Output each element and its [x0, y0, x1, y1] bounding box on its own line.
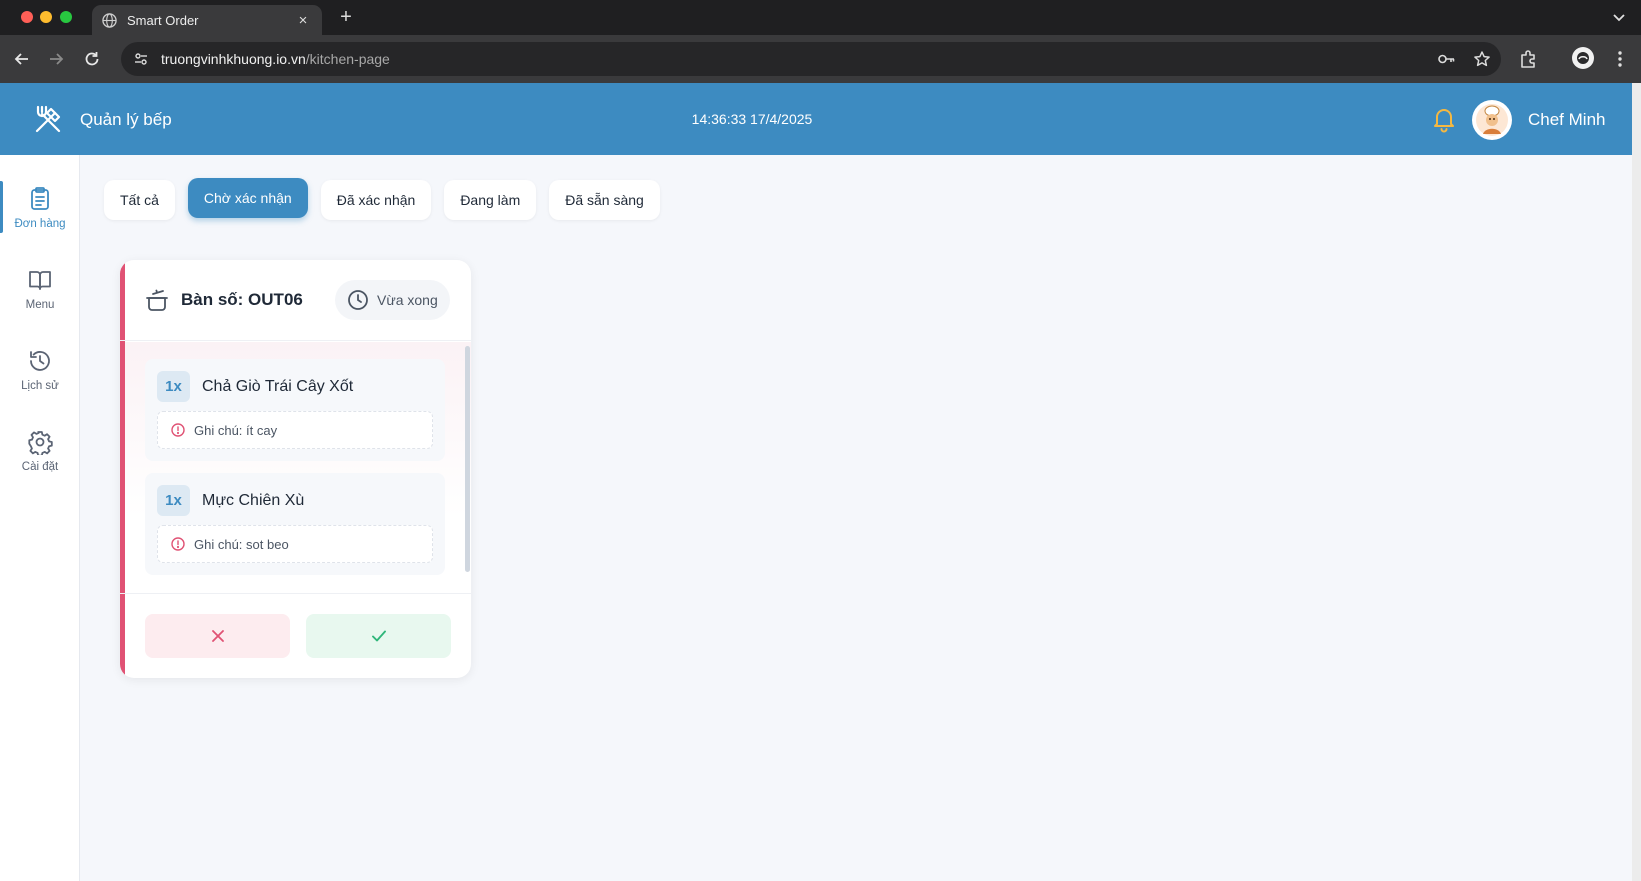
list-item: 1x Mực Chiên Xù Ghi chú: sot beo	[145, 473, 445, 575]
clock-icon	[347, 289, 369, 311]
sidebar-item-history[interactable]: Lịch sử	[0, 337, 80, 403]
items-scrollbar[interactable]	[465, 346, 470, 572]
list-item: 1x Chả Giò Trái Cây Xốt Ghi chú: ít cay	[145, 359, 445, 461]
check-icon	[370, 627, 388, 645]
tab-all[interactable]: Tất cả	[104, 180, 175, 220]
close-icon	[209, 627, 227, 645]
item-quantity: 1x	[157, 485, 190, 516]
order-items-list[interactable]: 1x Chả Giò Trái Cây Xốt Ghi chú: ít cay …	[125, 342, 471, 592]
new-tab-button[interactable]: +	[334, 6, 358, 30]
window-minimize-button[interactable]	[40, 11, 52, 23]
sidebar-item-label: Lịch sử	[21, 380, 59, 392]
accept-order-button[interactable]	[306, 614, 451, 658]
page-scrollbar[interactable]	[1632, 83, 1641, 881]
browser-menu-icon[interactable]	[1612, 49, 1628, 69]
order-time-text: Vừa xong	[377, 292, 438, 308]
url-host: truongvinhkhuong.io.vn	[161, 51, 306, 67]
order-time-badge: Vừa xong	[335, 280, 450, 320]
item-note: Ghi chú: sot beo	[157, 525, 433, 563]
browser-tab[interactable]: Smart Order ×	[92, 5, 322, 35]
reload-icon[interactable]	[82, 49, 102, 69]
user-name[interactable]: Chef Minh	[1528, 110, 1605, 130]
back-arrow-icon[interactable]	[12, 49, 32, 69]
sidebar: Đơn hàng Menu Lịch sử Cài đặt	[0, 155, 80, 881]
sidebar-item-label: Menu	[25, 299, 55, 311]
tab-close-icon[interactable]: ×	[294, 12, 312, 29]
site-settings-icon[interactable]	[133, 51, 149, 67]
bell-icon[interactable]	[1430, 105, 1458, 133]
clipboard-icon	[27, 186, 53, 212]
utensils-logo-icon	[31, 103, 65, 137]
browser-toolbar: truongvinhkhuong.io.vn/kitchen-page	[0, 35, 1641, 83]
avatar[interactable]	[1472, 100, 1512, 140]
sidebar-item-menu[interactable]: Menu	[0, 256, 80, 322]
forward-arrow-icon[interactable]	[46, 49, 66, 69]
history-icon	[27, 348, 53, 374]
item-note-text: Ghi chú: ít cay	[194, 422, 278, 438]
item-note: Ghi chú: ít cay	[157, 411, 433, 449]
globe-icon	[102, 12, 117, 28]
app-header: Quản lý bếp 14:36:33 17/4/2025 Chef Minh	[0, 83, 1632, 155]
sidebar-item-label: Đơn hàng	[14, 218, 66, 230]
cooking-pot-icon	[144, 287, 170, 313]
alert-circle-icon	[171, 537, 185, 551]
browser-tab-strip: Smart Order × +	[0, 0, 1641, 35]
item-name: Chả Giò Trái Cây Xốt	[202, 378, 354, 395]
order-card: Bàn số: OUT06 Vừa xong 1x Chả Giò Trái C…	[120, 260, 471, 678]
current-datetime: 14:36:33 17/4/2025	[691, 111, 813, 127]
tab-confirmed[interactable]: Đã xác nhận	[320, 180, 432, 220]
reject-order-button[interactable]	[145, 614, 290, 658]
tab-title: Smart Order	[127, 12, 199, 28]
app-title: Quản lý bếp	[80, 110, 172, 129]
item-quantity: 1x	[157, 371, 190, 402]
url-path: /kitchen-page	[305, 51, 390, 67]
key-icon[interactable]	[1437, 50, 1455, 68]
item-name: Mực Chiên Xù	[202, 492, 305, 509]
item-note-text: Ghi chú: sot beo	[194, 536, 289, 552]
alert-circle-icon	[171, 423, 185, 437]
sidebar-item-orders[interactable]: Đơn hàng	[0, 175, 80, 241]
tab-ready[interactable]: Đã sẵn sàng	[549, 180, 660, 220]
tab-pending-confirmation[interactable]: Chờ xác nhận	[187, 178, 308, 218]
chevron-down-icon[interactable]	[1611, 9, 1627, 25]
address-bar[interactable]: truongvinhkhuong.io.vn/kitchen-page	[121, 42, 1501, 76]
status-filter-tabs: Tất cả Chờ xác nhận Đã xác nhận Đang làm…	[104, 178, 673, 220]
window-close-button[interactable]	[21, 11, 33, 23]
profile-icon[interactable]	[1572, 47, 1594, 69]
tab-in-progress[interactable]: Đang làm	[444, 180, 537, 220]
order-card-actions	[120, 593, 471, 678]
sidebar-item-label: Cài đặt	[21, 461, 59, 473]
sidebar-item-settings[interactable]: Cài đặt	[0, 418, 80, 484]
extensions-icon[interactable]	[1518, 49, 1538, 69]
bookmark-star-icon[interactable]	[1473, 50, 1491, 68]
table-number: Bàn số: OUT06	[181, 290, 303, 309]
window-maximize-button[interactable]	[60, 11, 72, 23]
book-icon	[27, 267, 53, 293]
kitchen-app: Quản lý bếp 14:36:33 17/4/2025 Chef Minh…	[0, 83, 1632, 881]
order-card-header: Bàn số: OUT06 Vừa xong	[120, 260, 471, 341]
gear-icon	[27, 429, 53, 455]
